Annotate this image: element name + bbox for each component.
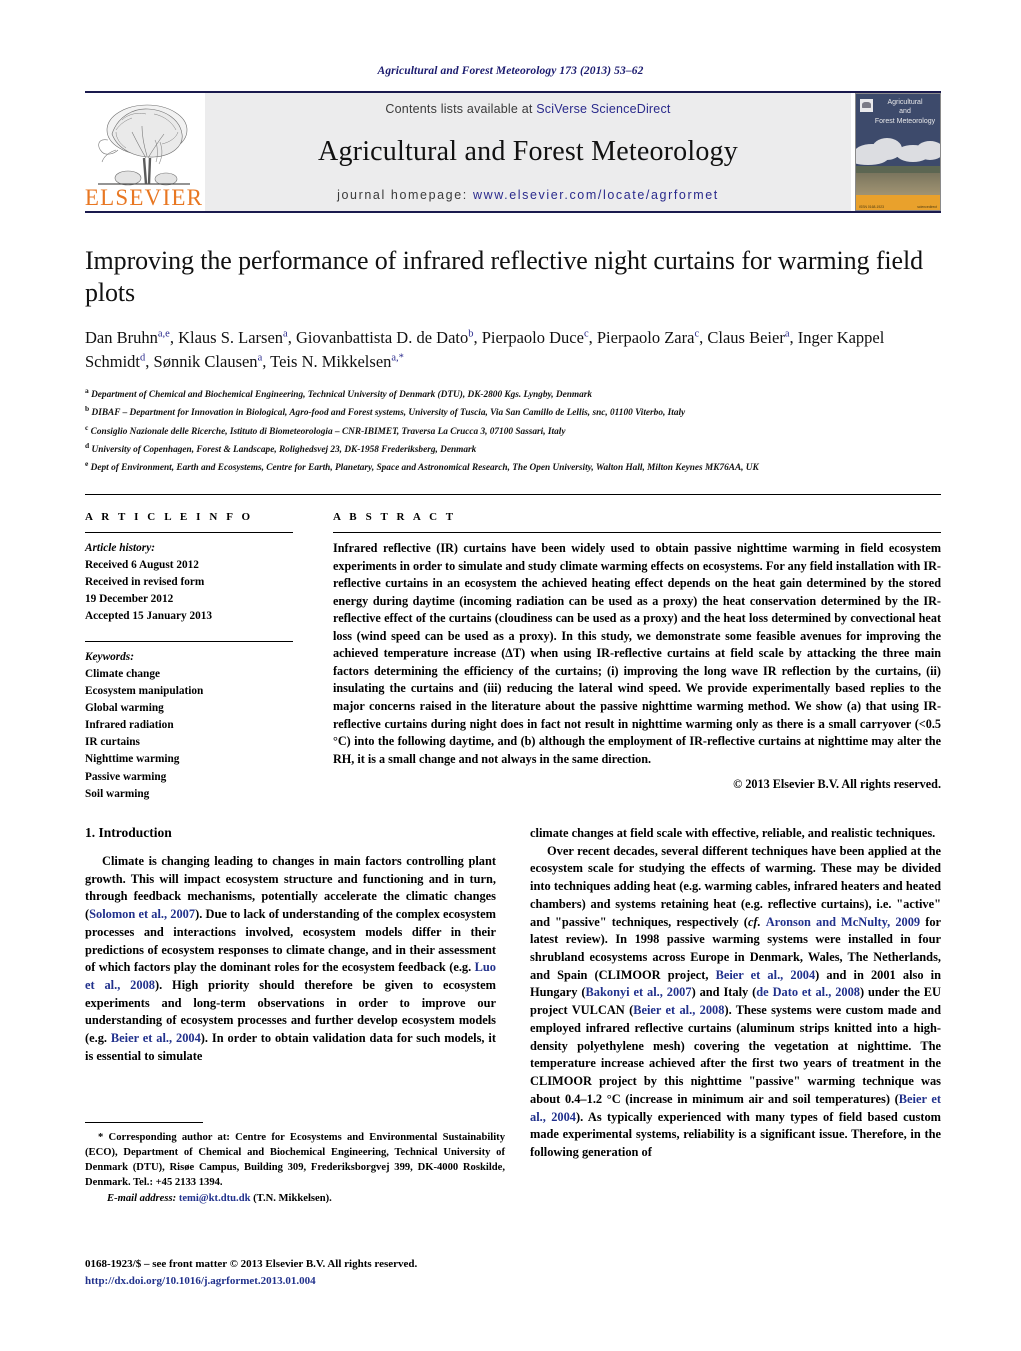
intro-paragraph-2: Over recent decades, several different t… [530,843,942,1160]
citation-link[interactable]: Solomon et al., 2007 [89,907,195,921]
elsevier-tree-badge-icon [860,99,873,112]
citation-link[interactable]: Aronson and McNulty, 2009 [766,915,920,929]
cover-landscape-illustration [856,165,940,195]
issn-doi-block: 0168-1923/$ – see front matter © 2013 El… [85,1256,515,1289]
section-title-introduction: 1. Introduction [85,824,172,840]
article-history-line: Accepted 15 January 2013 [85,609,213,622]
footnote-area: * Corresponding author at: Centre for Ec… [85,1122,505,1206]
article-history-list: Received 6 August 2012 Received in revise… [85,557,293,625]
article-history-line: Received in revised form [85,575,205,588]
journal-homepage-link[interactable]: www.elsevier.com/locate/agrformet [473,188,719,202]
email-label: E-mail address: [107,1193,177,1205]
cover-clouds-illustration [856,138,940,168]
citation-link[interactable]: Beier et al., 2004 [716,968,816,982]
elsevier-wordmark: ELSEVIER [84,185,204,210]
keyword-item: Soil warming [85,787,150,800]
abstract-rule [333,531,941,533]
citation-link[interactable]: Beier et al., 2008 [633,1003,724,1017]
body-column-right: climate changes at field scale with effe… [530,825,941,1162]
paper-page: Agricultural and Forest Meteorology 173 … [0,0,1021,1351]
keywords-rule [85,640,293,642]
affiliation-list: a Department of Chemical and Biochemical… [85,385,941,476]
affiliation-item: d University of Copenhagen, Forest & Lan… [85,440,477,455]
affiliation-marker: d [85,440,90,450]
contents-list-line: Contents lists available at SciVerse Sci… [385,102,670,116]
keywords-block: Keywords: Climate change Ecosystem manipu… [85,640,293,803]
keyword-item: Global warming [85,701,164,714]
keyword-item: Ecosystem manipulation [85,684,204,697]
abstract-column: A B S T R A C T Infrared reflective (IR)… [315,511,941,803]
body-column-left: 1. Introduction Climate is changing lead… [85,825,496,1162]
page-title: Improving the performance of infrared re… [85,246,924,307]
affiliation-marker: a [85,386,89,396]
keyword-item: IR curtains [85,736,140,749]
article-info-rule [85,531,293,533]
footnote-rule [85,1122,203,1123]
citation-link[interactable]: Bakonyi et al., 2007 [586,985,692,999]
keyword-item: Nighttime warming [85,753,180,766]
article-history-line: Received 6 August 2012 [85,558,199,571]
affiliation-marker: c [85,422,89,432]
masthead-center: Contents lists available at SciVerse Sci… [205,93,851,211]
email-link[interactable]: temi@kt.dtu.dk [179,1193,251,1204]
journal-cover-thumbnail: Agricultural and Forest Meteorology ISSN 0… [855,93,941,211]
email-owner: (T.N. Mikkelsen). [253,1193,332,1205]
elsevier-logo: ELSEVIER [85,93,203,211]
cover-footer-right: sciencedirect [917,205,937,209]
affiliation-marker: e [85,458,89,468]
article-history-line: 19 December 2012 [85,592,174,605]
affiliation-item: a Department of Chemical and Biochemical… [85,386,593,401]
affiliation-item: c Consiglio Nazionale delle Ricerche, Is… [85,422,566,437]
citation-link[interactable]: de Dato et al., 2008 [756,985,860,999]
sciencedirect-link[interactable]: SciVerse ScienceDirect [536,102,670,116]
affiliation-marker: b [85,404,90,414]
intro-paragraph-1: Climate is changing leading to changes i… [85,853,496,1063]
cover-footer-left: ISSN 0168-1923 [859,205,885,209]
email-note: E-mail address: temi@kt.dtu.dk (T.N. Mik… [85,1191,505,1206]
article-history-label: Article history: [85,541,155,554]
citation-link[interactable]: Beier et al., 2004 [111,1031,201,1045]
author-list: Dan Bruhna,e, Klaus S. Larsena, Giovanba… [85,328,885,371]
journal-homepage-line: journal homepage: www.elsevier.com/locat… [337,188,719,202]
doi-link[interactable]: http://dx.doi.org/10.1016/j.agrformet.20… [85,1273,515,1290]
keyword-item: Infrared radiation [85,719,174,732]
contents-prefix: Contents lists available at [385,102,537,116]
title-block: Improving the performance of infrared re… [85,245,941,476]
keywords-list: Climate change Ecosystem manipulation Glob… [85,666,293,803]
abstract-copyright: © 2013 Elsevier B.V. All rights reserved… [733,777,941,792]
masthead-bottom-rule [85,211,941,213]
abstract-text: Infrared reflective (IR) curtains have b… [333,540,941,766]
cover-footer-text: ISSN 0168-1923 sciencedirect [856,205,940,209]
article-info-column: A R T I C L E I N F O Article history: R… [85,511,315,803]
article-info-heading: A R T I C L E I N F O [85,510,254,523]
body-columns: 1. Introduction Climate is changing lead… [85,825,941,1162]
running-head: Agricultural and Forest Meteorology 173 … [377,65,644,77]
issn-line: 0168-1923/$ – see front matter © 2013 El… [85,1258,418,1270]
keyword-item: Climate change [85,667,160,680]
journal-title: Agricultural and Forest Meteorology [318,136,738,167]
homepage-prefix: journal homepage: [337,188,473,202]
keywords-label: Keywords: [85,650,134,663]
keyword-item: Passive warming [85,770,167,783]
corresponding-author-note: * Corresponding author at: Centre for Ec… [85,1132,505,1189]
info-abstract-section: A R T I C L E I N F O Article history: R… [85,493,941,803]
elsevier-tree-icon [98,104,190,186]
intro-paragraph-1-continued: climate changes at field scale with effe… [530,825,936,840]
journal-masthead: ELSEVIER Contents lists available at Sci… [85,91,941,211]
affiliation-item: e Dept of Environment, Earth and Ecosyst… [85,458,759,473]
affiliation-item: b DIBAF – Department for Innovation in B… [85,404,686,419]
abstract-heading: A B S T R A C T [333,510,457,523]
